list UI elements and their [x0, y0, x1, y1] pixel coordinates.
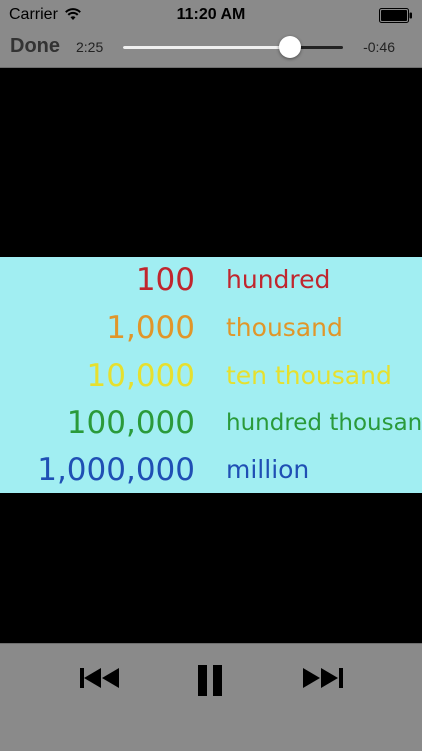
status-bar: Carrier 11:20 AM	[0, 0, 422, 30]
number-row: 10,000 ten thousand	[0, 355, 422, 403]
number-label: 10,000	[86, 358, 195, 394]
elapsed-time: 2:25	[76, 39, 104, 55]
number-label: 100	[135, 262, 195, 298]
fast-forward-icon[interactable]	[301, 663, 345, 693]
number-row: 1,000,000 million	[0, 449, 422, 497]
number-row: 100,000 hundred thousand	[0, 402, 422, 450]
number-word: hundred thousand	[226, 410, 422, 436]
pause-icon[interactable]	[196, 663, 226, 699]
number-label: 1,000,000	[37, 452, 195, 488]
number-word: ten thousand	[226, 361, 392, 390]
scrubber[interactable]	[120, 33, 346, 61]
clock: 11:20 AM	[176, 6, 246, 23]
rewind-icon[interactable]	[79, 663, 123, 693]
scrubber-track-fill	[123, 46, 290, 49]
done-button[interactable]: Done	[10, 35, 60, 58]
number-row: 1,000 thousand	[0, 307, 422, 355]
number-word: hundred	[226, 265, 331, 294]
playback-controls	[0, 643, 422, 751]
scrubber-thumb[interactable]	[279, 36, 301, 58]
video-frame: 100 hundred 1,000 thousand 10,000 ten th…	[0, 257, 422, 493]
number-row: 100 hundred	[0, 259, 422, 307]
player-top-bar: Done 2:25 -0:46	[0, 30, 422, 68]
number-word: million	[226, 455, 310, 484]
remaining-time: -0:46	[363, 39, 395, 55]
video-area[interactable]: 100 hundred 1,000 thousand 10,000 ten th…	[0, 68, 422, 643]
number-label: 1,000	[106, 310, 195, 346]
number-label: 100,000	[66, 405, 195, 441]
battery-icon	[379, 8, 413, 23]
number-word: thousand	[226, 313, 343, 342]
